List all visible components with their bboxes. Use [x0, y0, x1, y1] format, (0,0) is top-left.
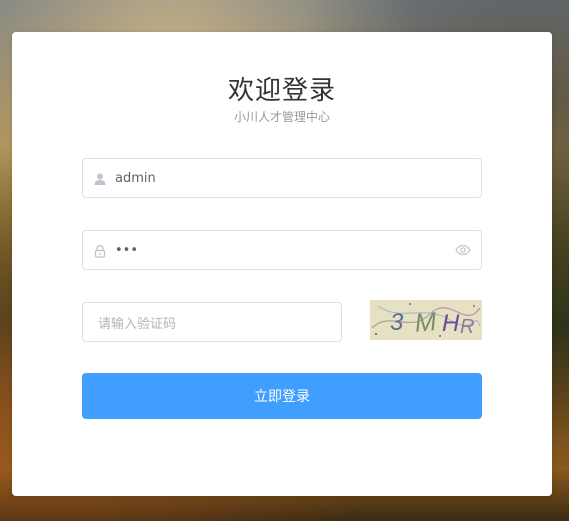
username-field[interactable]: admin	[82, 158, 482, 198]
captcha-placeholder: 请输入验证码	[98, 316, 177, 332]
svg-text:R: R	[460, 316, 474, 338]
login-button-label: 立即登录	[254, 389, 310, 405]
svg-text:3: 3	[390, 309, 404, 336]
captcha-image[interactable]: 3 M H R	[370, 300, 482, 340]
page-subtitle: 小川人才管理中心	[233, 110, 330, 124]
lock-icon	[93, 243, 107, 258]
login-button[interactable]: 立即登录	[82, 373, 482, 419]
password-value: •••	[115, 242, 139, 258]
page-title: 欢迎登录	[227, 76, 336, 106]
username-value: admin	[115, 170, 156, 186]
eye-icon[interactable]	[455, 242, 471, 258]
captcha-input[interactable]: 请输入验证码	[82, 302, 342, 342]
login-card: 欢迎登录 小川人才管理中心 admin ••• 请输入验证码 3 M H R 立…	[12, 32, 552, 496]
svg-text:M: M	[413, 306, 438, 338]
svg-text:H: H	[442, 310, 460, 337]
password-field[interactable]: •••	[82, 230, 482, 270]
user-icon	[93, 171, 107, 185]
